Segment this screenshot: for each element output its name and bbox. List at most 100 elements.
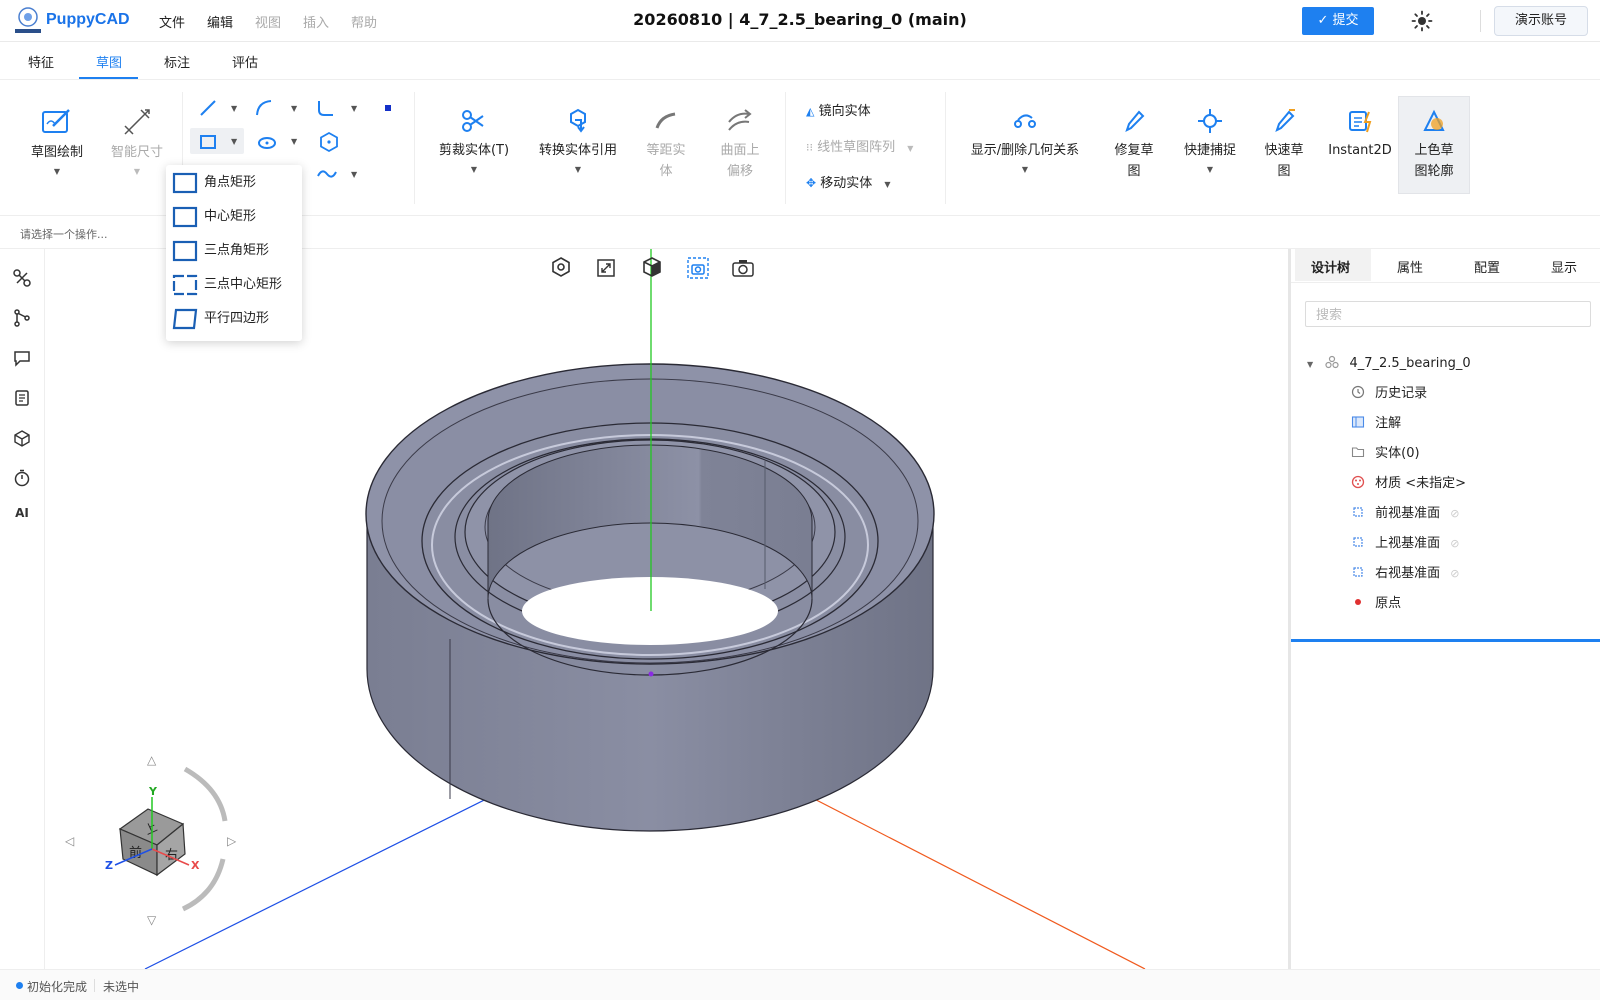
roll-cw-arrow-icon[interactable] <box>183 766 228 822</box>
quick-snap-button[interactable]: 快捷捕捉 ▼ <box>1172 106 1248 176</box>
tree-item-history[interactable]: 历史记录 <box>1351 385 1427 403</box>
rotate-down-arrow-icon[interactable]: ▽ <box>147 913 157 927</box>
ellipse-tool-icon[interactable] <box>256 132 278 152</box>
3d-viewport[interactable]: △ ▽ ◁ ▷ 上 前 右 Y X Z <box>45 249 1285 969</box>
cube-icon[interactable] <box>12 428 32 448</box>
brand-name[interactable]: PuppyCAD <box>46 11 130 29</box>
point-tool-icon[interactable] <box>385 105 391 111</box>
chevron-down-icon[interactable]: ▼ <box>884 180 890 189</box>
eye-hidden-icon[interactable]: ⊘ <box>1450 537 1459 550</box>
panel-resize-handle[interactable] <box>1291 639 1600 642</box>
rectangle-tool-icon[interactable] <box>198 132 218 152</box>
three-point-center-rectangle-option[interactable]: 三点中心矩形 <box>172 270 296 300</box>
eye-hidden-icon[interactable]: ⊘ <box>1450 507 1459 520</box>
tree-root[interactable]: ▼ 4_7_2.5_bearing_0 <box>1307 355 1471 374</box>
three-point-corner-rectangle-option[interactable]: 三点角矩形 <box>172 236 296 266</box>
tree-item-material[interactable]: 材质 <未指定> <box>1351 475 1466 493</box>
chevron-down-icon[interactable]: ▼ <box>231 137 237 146</box>
tab-sketch[interactable]: 草图 <box>96 52 122 71</box>
submit-button[interactable]: ✓ 提交 <box>1302 7 1374 35</box>
chevron-down-icon[interactable]: ▼ <box>471 165 477 174</box>
section-view-icon[interactable] <box>687 257 709 279</box>
assembly-icon[interactable] <box>12 268 32 288</box>
menu-view[interactable]: 视图 <box>255 12 281 31</box>
viewport-canvas[interactable]: △ ▽ ◁ ▷ 上 前 右 Y X Z <box>45 249 1285 969</box>
view-cube-icon[interactable] <box>643 257 661 277</box>
tree-item-right-plane[interactable]: 右视基准面 ⊘ <box>1351 565 1460 583</box>
sketch-draw-button[interactable]: 草图绘制 ▼ <box>18 104 96 178</box>
chevron-down-icon[interactable]: ▼ <box>351 170 357 179</box>
rotate-right-arrow-icon[interactable]: ▷ <box>227 834 237 848</box>
chevron-down-icon[interactable]: ▼ <box>54 167 60 176</box>
linear-pattern-button[interactable]: ⁝⁝ 线性草图阵列 ▼ <box>806 136 913 155</box>
tree-search-input[interactable] <box>1305 301 1591 327</box>
rotate-up-arrow-icon[interactable]: △ <box>147 753 157 767</box>
document-icon[interactable] <box>12 388 32 408</box>
chevron-down-icon[interactable]: ▼ <box>134 167 140 176</box>
tree-item-annotations[interactable]: 注解 <box>1351 415 1401 433</box>
puppycad-logo-icon[interactable] <box>12 5 44 37</box>
repair-sketch-button[interactable]: 修复草 图 <box>1106 106 1162 182</box>
relations-button[interactable]: 显示/删除几何关系 ▼ <box>960 106 1090 176</box>
arc-tool-icon[interactable] <box>254 98 274 118</box>
instant2d-button[interactable]: Instant2D <box>1322 106 1398 161</box>
line-tool-icon[interactable] <box>198 98 218 118</box>
chevron-down-icon[interactable]: ▼ <box>575 165 581 174</box>
timer-icon[interactable] <box>12 468 32 488</box>
fillet-tool-icon[interactable] <box>316 98 336 118</box>
account-button[interactable]: 演示账号 <box>1494 6 1588 36</box>
chevron-down-icon[interactable]: ▼ <box>1022 165 1028 174</box>
repair-label-2: 图 <box>1127 164 1141 179</box>
tree-item-front-plane[interactable]: 前视基准面 ⊘ <box>1351 505 1460 523</box>
tree-item-origin[interactable]: 原点 <box>1351 595 1401 613</box>
menu-help[interactable]: 帮助 <box>351 12 377 31</box>
menu-file[interactable]: 文件 <box>159 12 185 31</box>
tab-configuration[interactable]: 配置 <box>1474 257 1500 276</box>
snap-icon <box>1198 109 1222 133</box>
chevron-down-icon[interactable]: ▼ <box>351 104 357 113</box>
roll-ccw-arrow-icon[interactable] <box>181 858 226 912</box>
rotate-left-arrow-icon[interactable]: ◁ <box>64 834 74 848</box>
surface-offset-button[interactable]: 曲面上 偏移 <box>712 106 768 182</box>
tab-display[interactable]: 显示 <box>1551 257 1577 276</box>
convert-entities-button[interactable]: 转换实体引用 ▼ <box>528 106 628 176</box>
ai-button[interactable]: AI <box>12 506 32 526</box>
navigation-gizmo[interactable]: △ ▽ ◁ ▷ 上 前 右 Y X Z <box>64 753 237 927</box>
tab-evaluate[interactable]: 评估 <box>232 52 258 71</box>
polygon-tool-icon[interactable] <box>318 131 340 153</box>
menu-insert[interactable]: 插入 <box>303 12 329 31</box>
spline-tool-icon[interactable] <box>316 166 338 182</box>
tab-annotate[interactable]: 标注 <box>164 52 190 71</box>
smart-dimension-button[interactable]: 智能尺寸 ▼ <box>100 104 174 178</box>
offset-entities-button[interactable]: 等距实 体 <box>638 106 694 182</box>
tree-item-label: 历史记录 <box>1375 386 1428 401</box>
trim-entities-button[interactable]: 剪裁实体(T) ▼ <box>428 106 520 176</box>
tree-item-top-plane[interactable]: 上视基准面 ⊘ <box>1351 535 1460 553</box>
chevron-down-icon[interactable]: ▼ <box>907 144 913 153</box>
tree-item-solids[interactable]: 实体(0) <box>1351 445 1420 463</box>
tab-features[interactable]: 特征 <box>28 52 54 71</box>
chevron-down-icon[interactable]: ▼ <box>291 137 297 146</box>
move-entities-button[interactable]: ✥ 移动实体 ▼ <box>806 172 891 191</box>
zoom-fit-icon[interactable] <box>597 259 615 277</box>
center-rectangle-option[interactable]: 中心矩形 <box>172 202 296 232</box>
tab-design-tree[interactable]: 设计树 <box>1311 257 1350 276</box>
chevron-down-icon[interactable]: ▼ <box>291 104 297 113</box>
screenshot-icon[interactable] <box>732 260 754 277</box>
three-point-center-rectangle-label: 三点中心矩形 <box>204 277 283 292</box>
tab-properties[interactable]: 属性 <box>1397 257 1423 276</box>
eye-hidden-icon[interactable]: ⊘ <box>1450 567 1459 580</box>
comment-icon[interactable] <box>12 348 32 368</box>
parallelogram-option[interactable]: 平行四边形 <box>172 304 296 334</box>
branch-icon[interactable] <box>12 308 32 328</box>
menu-edit[interactable]: 编辑 <box>207 12 233 31</box>
sun-icon[interactable] <box>1410 9 1434 33</box>
chevron-down-icon[interactable]: ▼ <box>1207 165 1213 174</box>
chevron-down-icon[interactable]: ▼ <box>231 104 237 113</box>
quick-sketch-button[interactable]: 快速草 图 <box>1256 106 1312 182</box>
view-orient-icon[interactable] <box>552 257 570 277</box>
shaded-sketch-contour-button[interactable]: 上色草 图轮廓 <box>1398 106 1470 182</box>
chevron-down-icon[interactable]: ▼ <box>1307 360 1313 369</box>
corner-rectangle-option[interactable]: 角点矩形 <box>172 168 296 198</box>
mirror-entities-button[interactable]: ◭ 镜向实体 <box>806 100 871 119</box>
